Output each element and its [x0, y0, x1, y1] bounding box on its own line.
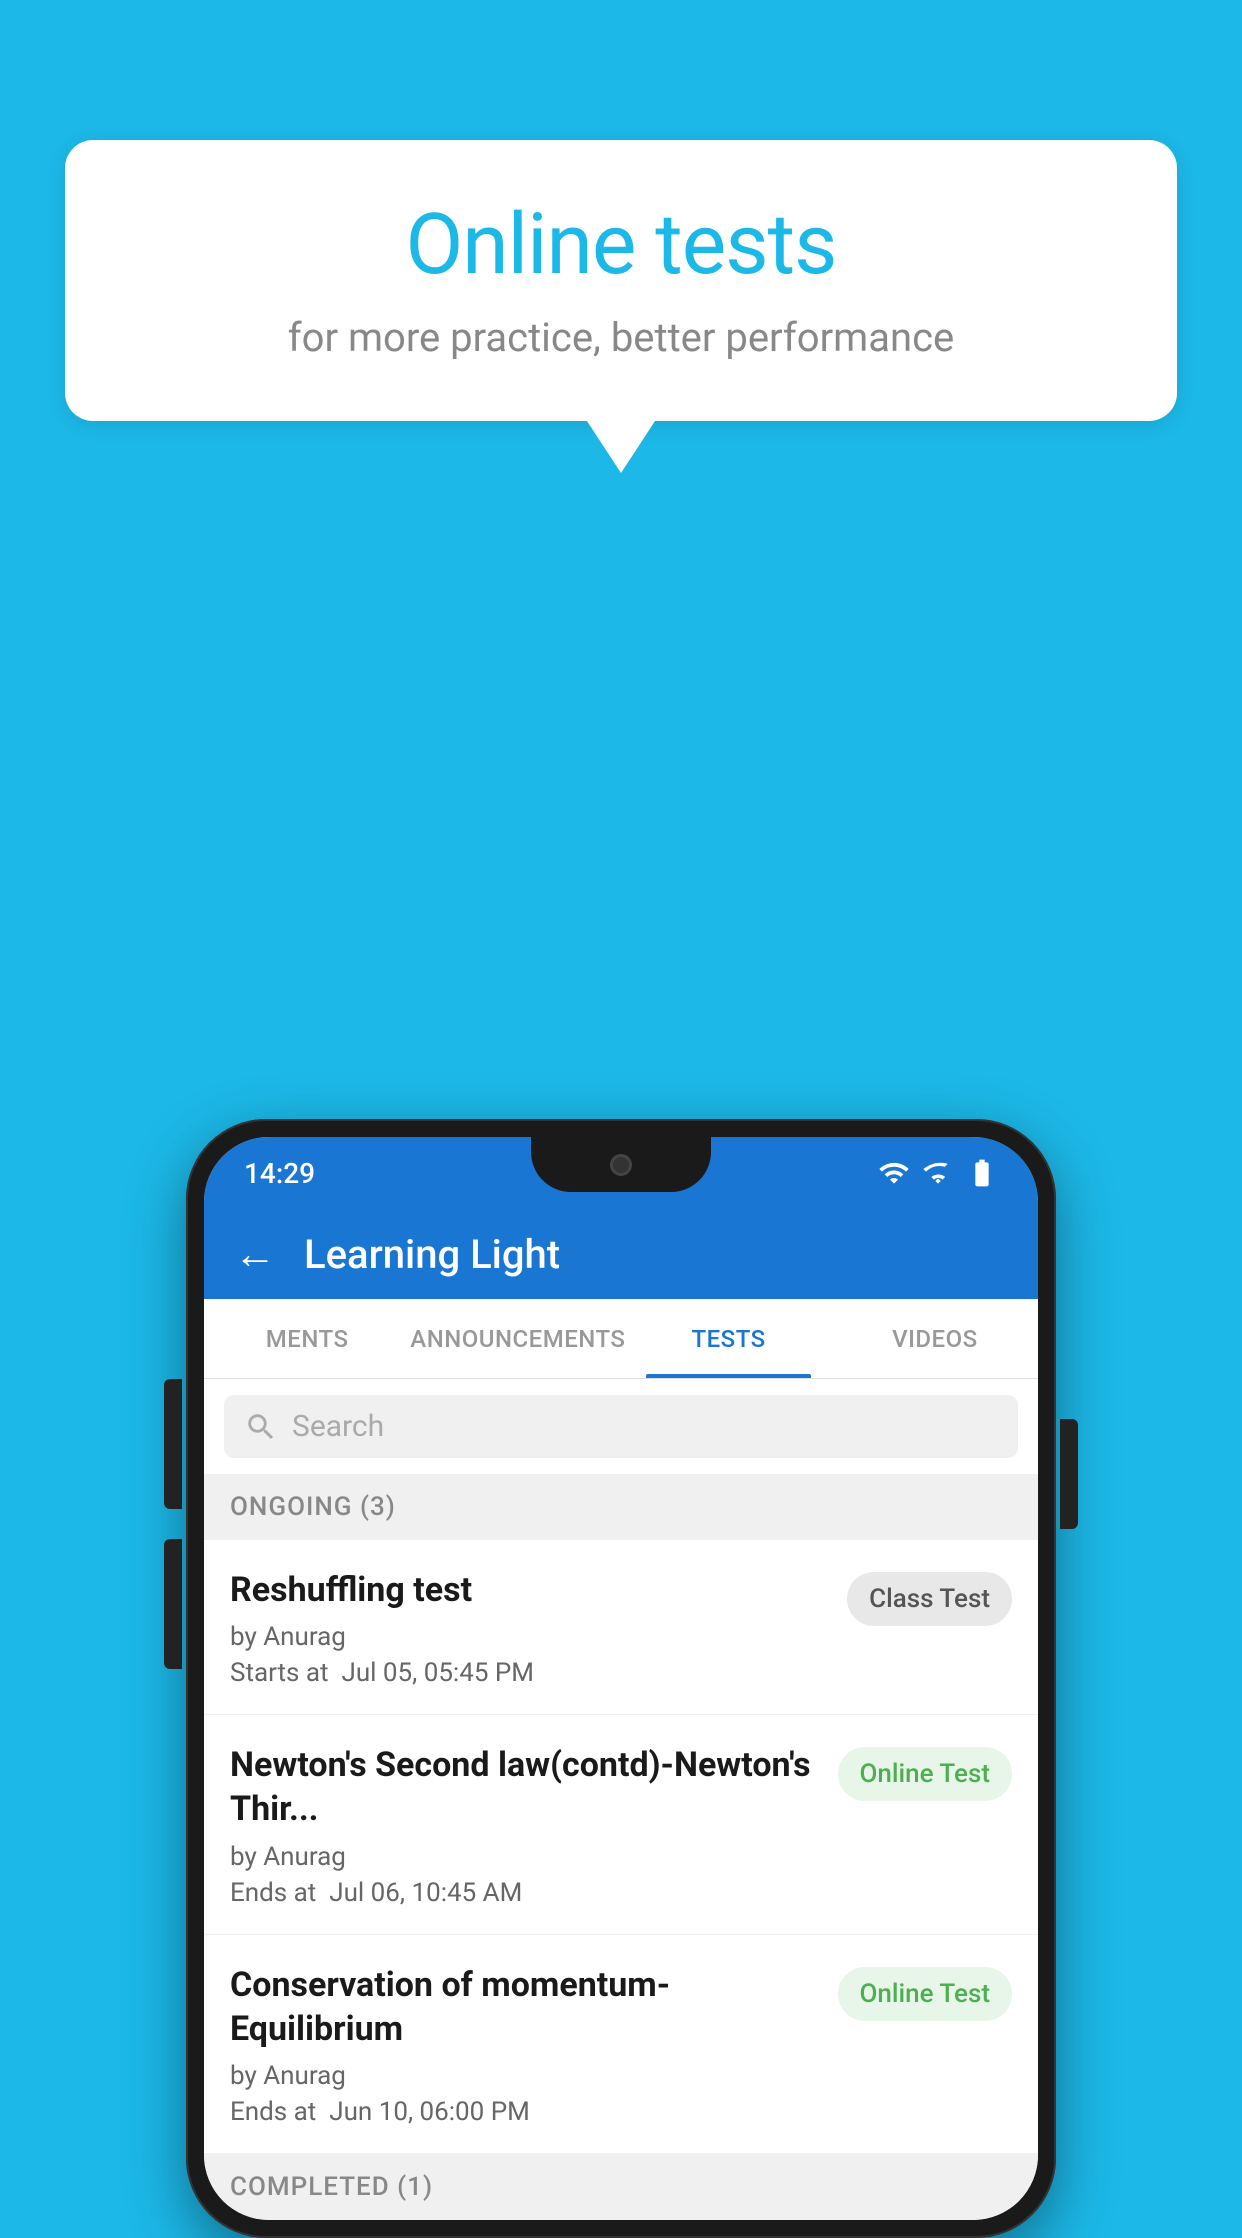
status-icons: [878, 1157, 998, 1189]
search-placeholder: Search: [292, 1409, 384, 1444]
test-badge-2: Online Test: [838, 1747, 1013, 1801]
test-date-2: Ends at Jul 06, 10:45 AM: [230, 1878, 822, 1908]
test-name-1: Reshuffling test: [230, 1568, 831, 1612]
tab-ments[interactable]: MENTS: [204, 1299, 410, 1378]
completed-section-header: COMPLETED (1): [204, 2154, 1038, 2220]
test-info-2: Newton's Second law(contd)-Newton's Thir…: [230, 1743, 822, 1907]
phone-frame: 14:29: [186, 1119, 1056, 2238]
bubble-subtitle: for more practice, better performance: [125, 314, 1117, 361]
bubble-title: Online tests: [125, 195, 1117, 294]
test-item[interactable]: Conservation of momentum-Equilibrium by …: [204, 1935, 1038, 2154]
signal-icon: [922, 1157, 954, 1189]
test-author-3: by Anurag: [230, 2061, 822, 2091]
test-badge-1: Class Test: [847, 1572, 1012, 1626]
wifi-icon: [878, 1157, 910, 1189]
test-item[interactable]: Newton's Second law(contd)-Newton's Thir…: [204, 1715, 1038, 1934]
app-header: ← Learning Light: [204, 1209, 1038, 1299]
test-name-2: Newton's Second law(contd)-Newton's Thir…: [230, 1743, 822, 1831]
status-bar: 14:29: [204, 1137, 1038, 1209]
search-icon: [244, 1410, 278, 1444]
search-container: Search: [204, 1379, 1038, 1474]
ongoing-section-header: ONGOING (3): [204, 1474, 1038, 1540]
test-author-1: by Anurag: [230, 1622, 831, 1652]
bubble-card: Online tests for more practice, better p…: [65, 140, 1177, 421]
test-item[interactable]: Reshuffling test by Anurag Starts at Jul…: [204, 1540, 1038, 1715]
search-box[interactable]: Search: [224, 1395, 1018, 1458]
tab-tests[interactable]: TESTS: [625, 1299, 831, 1378]
completed-label: COMPLETED (1): [230, 2172, 433, 2202]
test-date-1: Starts at Jul 05, 05:45 PM: [230, 1658, 831, 1688]
status-time: 14:29: [244, 1157, 315, 1190]
camera-dot: [610, 1154, 632, 1176]
battery-icon: [966, 1157, 998, 1189]
ongoing-label: ONGOING (3): [230, 1492, 396, 1522]
test-info-3: Conservation of momentum-Equilibrium by …: [230, 1963, 822, 2127]
tabs-bar: MENTS ANNOUNCEMENTS TESTS VIDEOS: [204, 1299, 1038, 1379]
promo-bubble: Online tests for more practice, better p…: [65, 140, 1177, 421]
tab-announcements[interactable]: ANNOUNCEMENTS: [410, 1299, 625, 1378]
test-date-3: Ends at Jun 10, 06:00 PM: [230, 2097, 822, 2127]
notch: [531, 1137, 711, 1192]
phone-device: 14:29: [186, 1119, 1056, 2238]
test-badge-3: Online Test: [838, 1967, 1013, 2021]
test-info-1: Reshuffling test by Anurag Starts at Jul…: [230, 1568, 831, 1688]
back-button[interactable]: ←: [234, 1230, 276, 1279]
test-author-2: by Anurag: [230, 1842, 822, 1872]
app-title: Learning Light: [304, 1231, 560, 1278]
tab-videos[interactable]: VIDEOS: [832, 1299, 1038, 1378]
test-name-3: Conservation of momentum-Equilibrium: [230, 1963, 822, 2051]
phone-screen: 14:29: [204, 1137, 1038, 2220]
